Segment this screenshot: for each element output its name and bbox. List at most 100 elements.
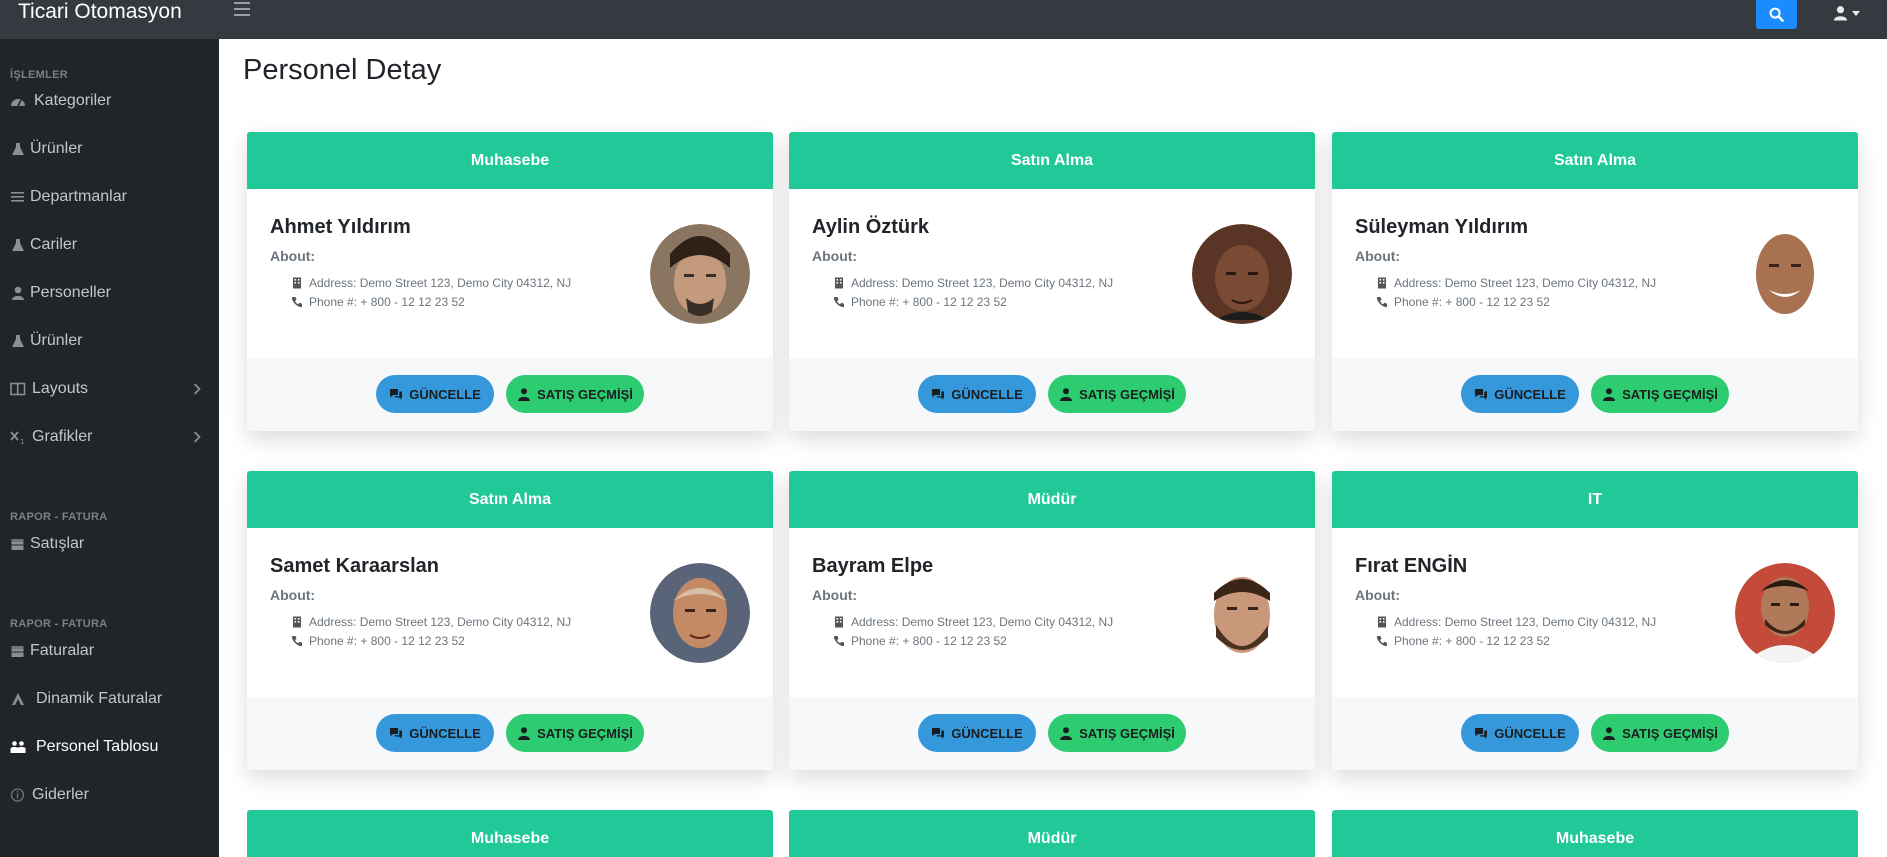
- app-title[interactable]: Ticari Otomasyon: [18, 0, 182, 23]
- phone-line: Phone #: + 800 - 12 12 23 52: [833, 634, 1007, 648]
- sales-history-button[interactable]: SATIŞ GEÇMİŞİ: [1591, 714, 1729, 752]
- comments-icon: [932, 388, 945, 400]
- update-button-label: GÜNCELLE: [1494, 725, 1566, 741]
- update-button[interactable]: GÜNCELLE: [376, 375, 494, 413]
- sidebar-item-label: Grafikler: [32, 428, 93, 445]
- flask-icon: [12, 143, 24, 155]
- people-icon: [10, 741, 26, 753]
- update-button[interactable]: GÜNCELLE: [376, 714, 494, 752]
- columns-icon: [10, 382, 26, 396]
- update-button-label: GÜNCELLE: [409, 725, 481, 741]
- sidebar-item-label: Dinamik Faturalar: [36, 690, 163, 707]
- calendar-icon: [11, 646, 24, 657]
- card-department: Müdür: [789, 471, 1315, 528]
- sidebar-item-kategoriler[interactable]: Kategoriler: [0, 84, 219, 118]
- address-line: Address: Demo Street 123, Demo City 0431…: [833, 276, 1113, 290]
- sidebar-item-label: Giderler: [32, 786, 89, 803]
- phone-icon: [1376, 297, 1387, 308]
- card-department: Satın Alma: [247, 471, 773, 528]
- sidebar-item-dinamik-faturalar[interactable]: Dinamik Faturalar: [0, 682, 219, 716]
- sidebar-item-departmanlar[interactable]: Departmanlar: [0, 180, 219, 214]
- sidebar-item-giderler[interactable]: Giderler: [0, 778, 219, 812]
- personnel-name: Samet Karaarslan: [270, 555, 439, 577]
- address-text: Address: Demo Street 123, Demo City 0431…: [1394, 615, 1657, 629]
- search-icon: [1769, 7, 1784, 22]
- sales-history-button[interactable]: SATIŞ GEÇMİŞİ: [506, 375, 644, 413]
- phone-text: Phone #: + 800 - 12 12 23 52: [851, 295, 1007, 309]
- update-button[interactable]: GÜNCELLE: [918, 375, 1036, 413]
- sidebar-item-layouts[interactable]: Layouts: [0, 372, 219, 406]
- address-line: Address: Demo Street 123, Demo City 0431…: [1376, 615, 1656, 629]
- address-text: Address: Demo Street 123, Demo City 0431…: [309, 276, 572, 290]
- update-button-label: GÜNCELLE: [1494, 386, 1566, 402]
- user-icon: [518, 726, 531, 740]
- phone-text: Phone #: + 800 - 12 12 23 52: [1394, 634, 1550, 648]
- sales-history-button[interactable]: SATIŞ GEÇMİŞİ: [1048, 375, 1186, 413]
- address-text: Address: Demo Street 123, Demo City 0431…: [309, 615, 572, 629]
- personnel-photo: [650, 563, 750, 663]
- sidebar-item-label: Departmanlar: [30, 188, 127, 205]
- sales-history-button[interactable]: SATIŞ GEÇMİŞİ: [1591, 375, 1729, 413]
- user-menu-button[interactable]: [1826, 0, 1866, 26]
- sidebar-item-personel-tablosu[interactable]: Personel Tablosu: [0, 730, 219, 764]
- address-line: Address: Demo Street 123, Demo City 0431…: [291, 615, 571, 629]
- sales-history-button-label: SATIŞ GEÇMİŞİ: [537, 386, 633, 402]
- sidebar-item-label: Kategoriler: [34, 92, 112, 109]
- sidebar-section-heading: RAPOR - FATURA: [10, 618, 108, 630]
- building-icon: [835, 616, 843, 628]
- sales-history-button-label: SATIŞ GEÇMİŞİ: [1622, 725, 1718, 741]
- sidebar-item-urunler-2[interactable]: Ürünler: [0, 324, 219, 358]
- update-button-label: GÜNCELLE: [951, 386, 1023, 402]
- address-line: Address: Demo Street 123, Demo City 0431…: [833, 615, 1113, 629]
- sidebar-item-satislar[interactable]: Satışlar: [0, 527, 219, 561]
- sidebar-item-faturalar[interactable]: Faturalar: [0, 634, 219, 668]
- personnel-card: Muhasebe: [1332, 810, 1858, 857]
- user-icon: [12, 286, 24, 300]
- personnel-name: Ahmet Yıldırım: [270, 216, 411, 238]
- page-title: Personel Detay: [243, 54, 442, 86]
- sidebar-item-cariler[interactable]: Cariler: [0, 228, 219, 262]
- phone-text: Phone #: + 800 - 12 12 23 52: [851, 634, 1007, 648]
- card-department: Müdür: [789, 810, 1315, 857]
- svg-text:1: 1: [20, 438, 24, 444]
- sales-history-button-label: SATIŞ GEÇMİŞİ: [537, 725, 633, 741]
- card-department: Muhasebe: [247, 810, 773, 857]
- user-icon: [1603, 726, 1616, 740]
- sidebar-item-label: Satışlar: [30, 535, 85, 552]
- search-button[interactable]: [1756, 0, 1797, 29]
- building-icon: [1378, 277, 1386, 289]
- sidebar-item-label: Ürünler: [30, 332, 83, 349]
- chevron-right-icon: [193, 383, 201, 395]
- sidebar-item-label: Faturalar: [30, 642, 95, 659]
- building-icon: [1378, 616, 1386, 628]
- update-button[interactable]: GÜNCELLE: [1461, 714, 1579, 752]
- sales-history-button[interactable]: SATIŞ GEÇMİŞİ: [1048, 714, 1186, 752]
- update-button[interactable]: GÜNCELLE: [918, 714, 1036, 752]
- sidebar-item-urunler[interactable]: Ürünler: [0, 132, 219, 166]
- personnel-photo: [1735, 563, 1835, 663]
- card-department: Satın Alma: [1332, 132, 1858, 189]
- sales-history-button-label: SATIŞ GEÇMİŞİ: [1079, 725, 1175, 741]
- info-circle-icon: [10, 788, 25, 802]
- phone-text: Phone #: + 800 - 12 12 23 52: [309, 295, 465, 309]
- personnel-name: Aylin Öztürk: [812, 216, 930, 238]
- card-footer: GÜNCELLE SATIŞ GEÇMİŞİ: [1332, 697, 1858, 770]
- phone-icon: [291, 636, 302, 647]
- sidebar-toggle-icon[interactable]: [234, 2, 250, 16]
- subscript-icon: 1: [10, 431, 24, 444]
- sidebar-item-personeller[interactable]: Personeller: [0, 276, 219, 310]
- building-icon: [293, 277, 301, 289]
- update-button-label: GÜNCELLE: [409, 386, 481, 402]
- sidebar-item-grafikler[interactable]: 1 Grafikler: [0, 420, 219, 454]
- sales-history-button[interactable]: SATIŞ GEÇMİŞİ: [506, 714, 644, 752]
- address-line: Address: Demo Street 123, Demo City 0431…: [291, 276, 571, 290]
- phone-icon: [291, 297, 302, 308]
- sidebar-item-label: Layouts: [32, 380, 89, 397]
- comments-icon: [390, 727, 403, 739]
- sidebar-section-heading: İŞLEMLER: [10, 69, 69, 81]
- bars-icon: [11, 192, 24, 202]
- card-footer: GÜNCELLE SATIŞ GEÇMİŞİ: [247, 358, 773, 431]
- personnel-card: IT Fırat ENGİN About: Address: Demo Stre…: [1332, 471, 1858, 770]
- comments-icon: [932, 727, 945, 739]
- update-button[interactable]: GÜNCELLE: [1461, 375, 1579, 413]
